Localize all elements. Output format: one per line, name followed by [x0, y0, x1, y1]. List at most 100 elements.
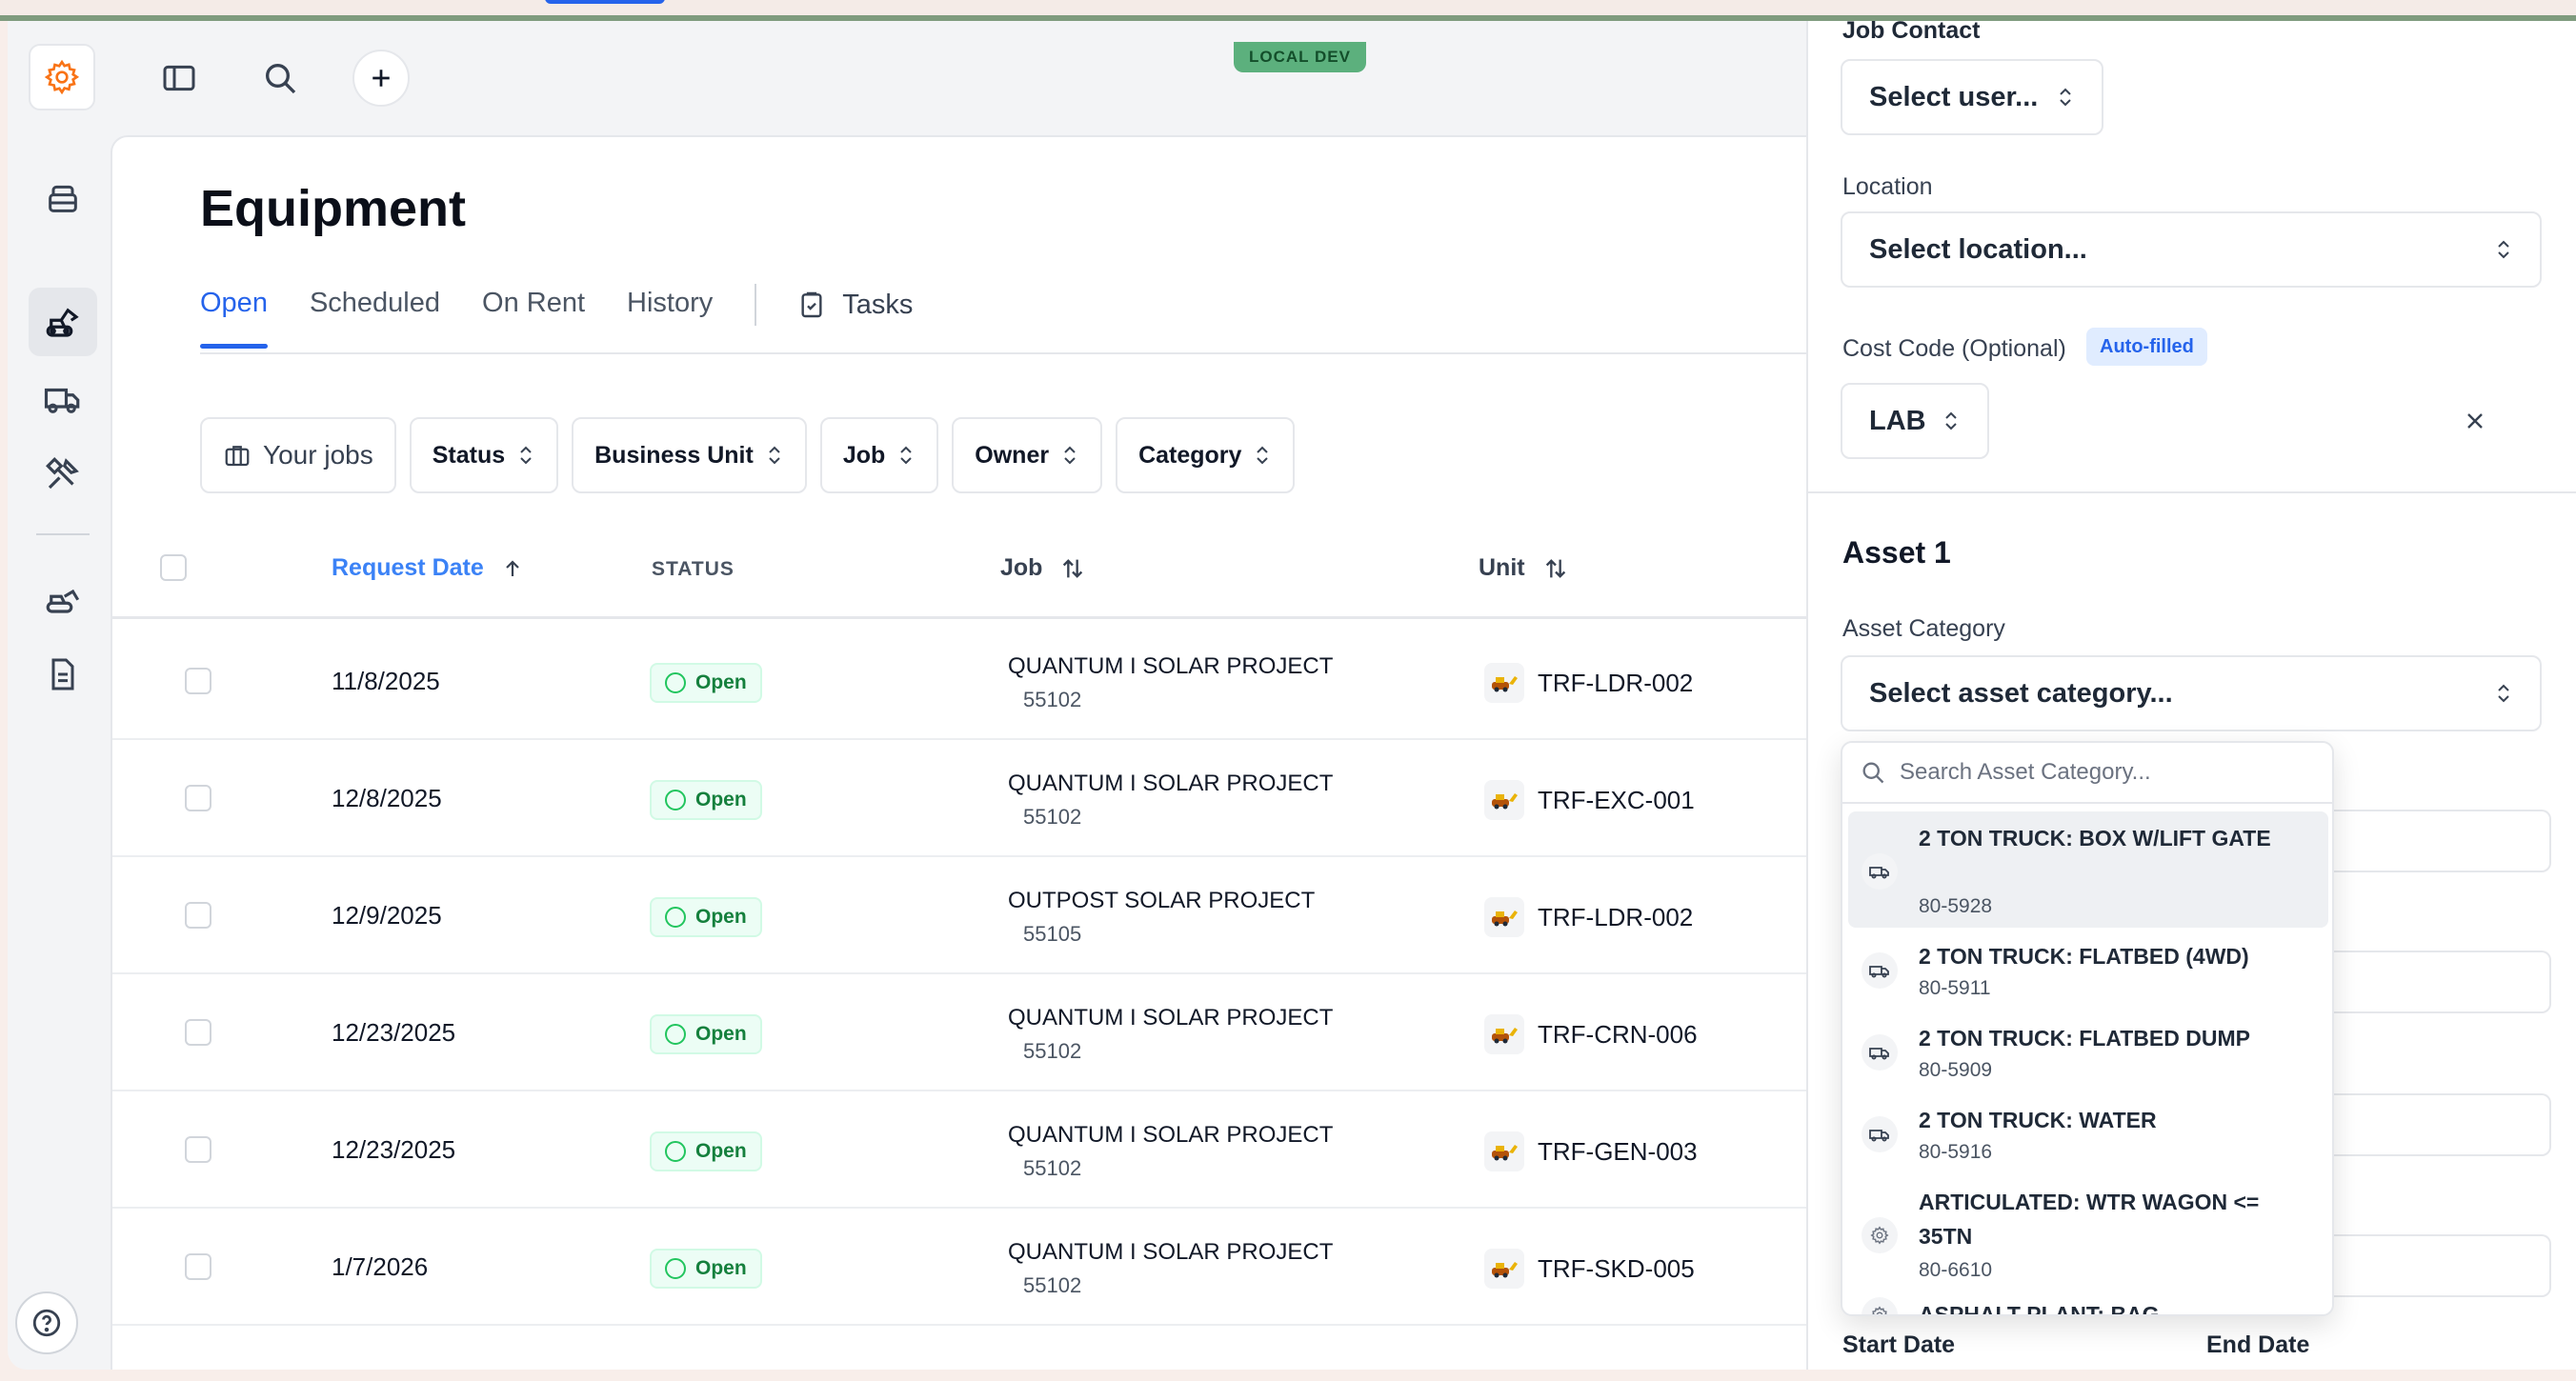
table-row[interactable]: 12/23/2025 Open QUANTUM I SOLAR PROJECT 551… — [112, 974, 1823, 1091]
filter-status[interactable]: Status — [409, 417, 559, 493]
location-value: Select location... — [1869, 233, 2087, 265]
create-button[interactable] — [352, 50, 410, 107]
sidebar-icon — [163, 65, 195, 91]
job-contact-select[interactable]: Select user... — [1841, 59, 2103, 135]
table-row[interactable]: 12/23/2025 Open QUANTUM I SOLAR PROJECT 551… — [112, 1091, 1823, 1209]
row-unit[interactable]: TRF-LDR-002 — [1484, 897, 1693, 937]
dropdown-option-name: 2 TON TRUCK: WATER — [1919, 1108, 2157, 1132]
dropdown-option[interactable]: 2 TON TRUCK: WATER 80-5916 — [1848, 1093, 2328, 1175]
table-row[interactable]: 1/7/2026 Open QUANTUM I SOLAR PROJECT 55102… — [112, 1209, 1823, 1326]
chevron-updown-icon — [1064, 446, 1076, 465]
status-badge: Open — [650, 1131, 762, 1171]
filter-owner[interactable]: Owner — [952, 417, 1103, 493]
row-checkbox[interactable] — [185, 902, 211, 929]
window-top-bar — [0, 0, 2576, 21]
dropdown-option[interactable]: 2 TON TRUCK: FLATBED DUMP 80-5909 — [1848, 1011, 2328, 1093]
status-ring-icon — [665, 1024, 686, 1045]
row-unit-id: TRF-LDR-002 — [1538, 668, 1694, 697]
asset-category-dropdown: 2 TON TRUCK: BOX W/LIFT GATE80-59282 TON… — [1841, 741, 2334, 1316]
table-row[interactable]: 12/8/2025 Open QUANTUM I SOLAR PROJECT 5510… — [112, 740, 1823, 857]
section-divider — [1808, 491, 2576, 493]
column-request-date[interactable]: Request Date — [332, 554, 524, 582]
nav-inventory[interactable] — [29, 164, 97, 232]
dropdown-option-code: 80-5911 — [1919, 977, 1991, 999]
tabs-underline — [200, 352, 1823, 354]
row-request-date: 1/7/2026 — [332, 1252, 429, 1281]
tab-open[interactable]: Open — [200, 280, 268, 349]
dropdown-option[interactable]: ARTICULATED: WTR WAGON <= 35TN 80-6610 — [1848, 1175, 2328, 1293]
dropdown-option[interactable]: ASPHALT PLANT: BAG — [1848, 1293, 2328, 1314]
start-date-label: Start Date — [1842, 1331, 1956, 1358]
status-label: Open — [695, 1023, 747, 1045]
filter-business-unit[interactable]: Business Unit — [572, 417, 807, 493]
row-request-date: 12/8/2025 — [332, 784, 442, 812]
table-row[interactable]: 12/9/2025 Open OUTPOST SOLAR PROJECT 55105 T… — [112, 857, 1823, 974]
row-unit[interactable]: TRF-EXC-001 — [1484, 780, 1695, 820]
row-unit[interactable]: TRF-GEN-003 — [1484, 1131, 1698, 1171]
cost-code-select[interactable]: LAB — [1841, 383, 1989, 459]
location-select[interactable]: Select location... — [1841, 211, 2542, 288]
help-button[interactable] — [15, 1291, 78, 1354]
environment-badge: LOCAL DEV — [1234, 42, 1366, 72]
dropdown-option-code: 80-5916 — [1919, 1141, 1993, 1163]
select-all-checkbox[interactable] — [160, 554, 187, 581]
tab-tasks[interactable]: Tasks — [796, 280, 913, 347]
dropdown-option-name: ARTICULATED: WTR WAGON <= 35TN — [1919, 1190, 2260, 1249]
filter-your-jobs[interactable]: Your jobs — [200, 417, 396, 493]
status-ring-icon — [665, 1141, 686, 1162]
clear-cost-code-button[interactable] — [2456, 402, 2494, 440]
chevron-updown-icon — [769, 446, 780, 465]
status-label: Open — [695, 789, 747, 811]
app-logo[interactable] — [29, 44, 95, 110]
tools-icon — [46, 457, 79, 490]
chevron-updown-icon — [2498, 240, 2509, 259]
filter-job[interactable]: Job — [819, 417, 939, 493]
column-unit-label: Unit — [1479, 554, 1525, 581]
column-unit[interactable]: Unit — [1479, 554, 1569, 582]
status-label: Open — [695, 906, 747, 928]
row-checkbox[interactable] — [185, 1136, 211, 1163]
job-contact-label: Job Contact — [1842, 21, 1981, 44]
nav-tools[interactable] — [29, 440, 97, 509]
asset-category-search-input[interactable] — [1900, 759, 2300, 786]
row-checkbox[interactable] — [185, 668, 211, 694]
row-checkbox[interactable] — [185, 1253, 211, 1280]
status-badge: Open — [650, 663, 762, 703]
row-job-name: QUANTUM I SOLAR PROJECT — [1008, 1005, 1334, 1031]
row-checkbox[interactable] — [185, 785, 211, 811]
column-job-label: Job — [1000, 554, 1043, 581]
nav-fleet[interactable] — [29, 564, 97, 632]
table-row[interactable]: 11/8/2025 Open QUANTUM I SOLAR PROJECT 5510… — [112, 623, 1823, 740]
row-job-name: OUTPOST SOLAR PROJECT — [1008, 888, 1316, 913]
asset-category-select[interactable]: Select asset category... — [1841, 655, 2542, 731]
search-button[interactable] — [252, 50, 309, 107]
row-request-date: 12/23/2025 — [332, 1135, 456, 1164]
row-job-name: QUANTUM I SOLAR PROJECT — [1008, 1239, 1334, 1265]
column-job[interactable]: Job — [1000, 554, 1086, 582]
tab-scheduled[interactable]: Scheduled — [310, 280, 440, 347]
filter-job-label: Job — [842, 441, 886, 469]
filter-status-label: Status — [432, 441, 506, 469]
column-status: STATUS — [652, 558, 735, 580]
row-unit-id: TRF-LDR-002 — [1538, 902, 1694, 931]
nav-equipment[interactable] — [29, 288, 97, 356]
filter-category[interactable]: Category — [1116, 417, 1296, 493]
sort-icon — [1063, 558, 1083, 578]
dropdown-option[interactable]: 2 TON TRUCK: BOX W/LIFT GATE 80-5928 — [1848, 811, 2328, 928]
chevron-updown-icon — [520, 446, 532, 465]
gear-logo-icon — [44, 59, 80, 95]
toggle-sidebar-button[interactable] — [151, 50, 208, 107]
row-unit[interactable]: TRF-LDR-002 — [1484, 663, 1693, 703]
tab-on-rent[interactable]: On Rent — [482, 280, 585, 347]
row-checkbox[interactable] — [185, 1019, 211, 1046]
asset-category-label: Asset Category — [1842, 615, 2005, 642]
dropdown-option[interactable]: 2 TON TRUCK: FLATBED (4WD) 80-5911 — [1848, 930, 2328, 1011]
row-unit[interactable]: TRF-SKD-005 — [1484, 1249, 1695, 1289]
row-job-number: 55102 — [1023, 1156, 1082, 1180]
tab-history[interactable]: History — [627, 280, 713, 347]
nav-trucks[interactable] — [29, 366, 97, 434]
status-badge: Open — [650, 1249, 762, 1289]
truck-icon — [1862, 1116, 1898, 1152]
row-unit[interactable]: TRF-CRN-006 — [1484, 1014, 1698, 1054]
nav-documents[interactable] — [29, 640, 97, 709]
